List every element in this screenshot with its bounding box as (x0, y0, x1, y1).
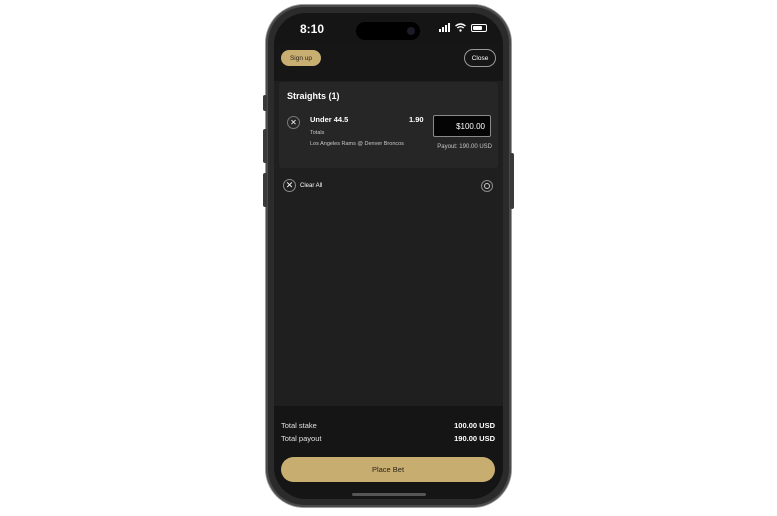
straights-card: Straights (1) ✕ Under 44.5 Totals Los An… (279, 82, 498, 168)
volume-down-button (263, 173, 267, 207)
remove-selection-button[interactable]: ✕ (287, 116, 300, 129)
selection-odds: 1.90 (409, 115, 424, 124)
total-payout-label: Total payout (281, 434, 322, 443)
clear-all-label: Clear All (300, 182, 323, 189)
total-payout-value: 190.00 USD (454, 434, 495, 443)
volume-up-button (263, 129, 267, 163)
close-icon: ✕ (283, 179, 296, 192)
battery-icon (471, 23, 487, 32)
signal-icon (439, 23, 450, 32)
selection-market: Totals (310, 130, 325, 136)
power-button (510, 153, 514, 209)
selection-event: Los Angeles Rams @ Denver Broncos (310, 141, 404, 147)
betslip-header: Sign up Close (274, 43, 503, 81)
selection-name: Under 44.5 (310, 115, 349, 124)
screen: 8:10 Sign up Close Straights (1) ✕ Under… (274, 13, 503, 499)
status-time: 8:10 (300, 22, 325, 36)
camera-icon (407, 27, 415, 35)
place-bet-button[interactable]: Place Bet (281, 457, 495, 482)
close-button[interactable]: Close (464, 49, 496, 67)
total-stake-value: 100.00 USD (454, 421, 495, 430)
action-button (263, 95, 267, 111)
phone-frame: 8:10 Sign up Close Straights (1) ✕ Under… (263, 5, 514, 507)
close-icon: ✕ (290, 118, 297, 127)
status-bar: 8:10 (274, 13, 503, 43)
home-indicator (352, 493, 426, 496)
wifi-icon (455, 23, 466, 32)
selection-payout: Payout: 190.00 USD (437, 144, 492, 150)
total-stake-label: Total stake (281, 421, 317, 430)
sign-up-button[interactable]: Sign up (281, 50, 321, 66)
settings-icon[interactable] (481, 180, 493, 192)
betslip-footer: Total stake 100.00 USD Total payout 190.… (274, 406, 503, 499)
status-icons (439, 23, 487, 32)
section-title: Straights (1) (287, 91, 340, 101)
clear-all-button[interactable]: ✕ Clear All (283, 179, 322, 192)
stake-input[interactable]: $100.00 (433, 115, 491, 137)
